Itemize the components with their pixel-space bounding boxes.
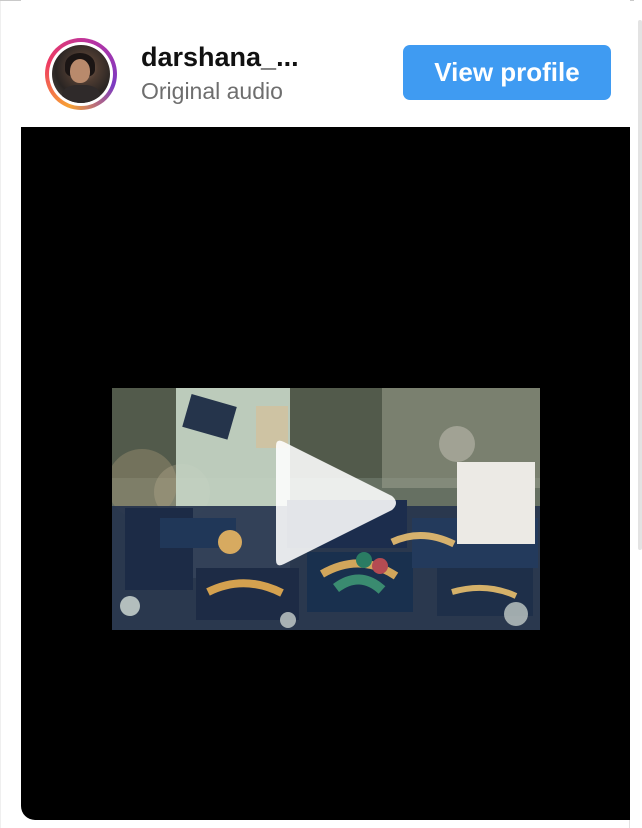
reel-card: darshana_... Original audio View profile	[21, 0, 630, 820]
video-thumbnail[interactable]	[112, 388, 540, 630]
view-profile-button[interactable]: View profile	[403, 45, 611, 100]
video-player[interactable]	[21, 127, 630, 820]
avatar-border	[49, 42, 113, 106]
scrollbar[interactable]	[638, 20, 642, 550]
avatar-body	[62, 85, 100, 103]
avatar-photo	[52, 45, 110, 103]
username-link[interactable]: darshana_...	[141, 42, 299, 73]
play-icon[interactable]	[272, 438, 400, 568]
avatar-face	[70, 59, 90, 83]
page: darshana_... Original audio View profile	[0, 0, 642, 828]
avatar[interactable]	[45, 38, 117, 110]
reel-header: darshana_... Original audio View profile	[21, 0, 630, 127]
audio-link[interactable]: Original audio	[141, 78, 283, 105]
